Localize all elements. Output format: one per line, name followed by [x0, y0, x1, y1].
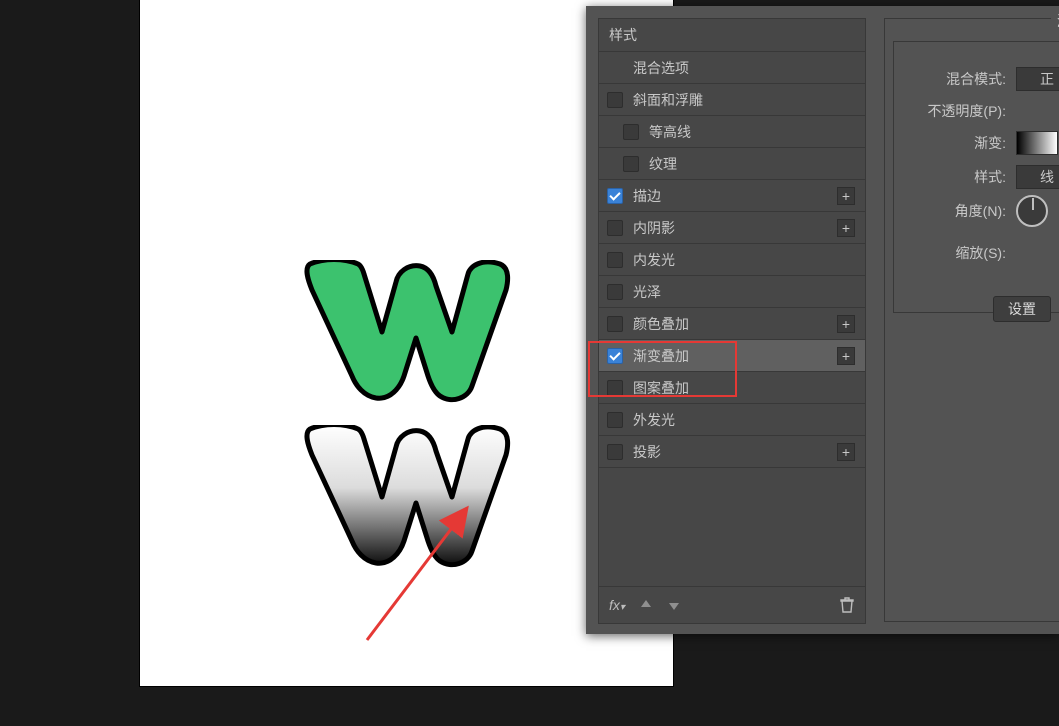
style-item-stroke[interactable]: 描边+	[599, 180, 865, 212]
style-item-label: 投影	[633, 442, 837, 462]
style-item-label: 内阴影	[633, 218, 837, 238]
opacity-label: 不透明度(P):	[894, 101, 1010, 121]
add-instance-icon[interactable]: +	[837, 347, 855, 365]
style-item-label: 图案叠加	[633, 378, 855, 398]
trash-icon[interactable]	[839, 597, 855, 613]
add-instance-icon[interactable]: +	[837, 219, 855, 237]
fx-icon[interactable]: fx▾	[609, 597, 625, 613]
glyph-w-top	[302, 260, 512, 408]
glyph-w-bottom	[302, 425, 512, 573]
style-item-satin[interactable]: 光泽	[599, 276, 865, 308]
make-default-button[interactable]: 设置	[993, 296, 1051, 322]
style-item-outer-glow[interactable]: 外发光	[599, 404, 865, 436]
styles-list-panel: 样式 混合选项斜面和浮雕等高线纹理描边+内阴影+内发光光泽颜色叠加+渐变叠加+图…	[598, 18, 866, 624]
style-item-label: 光泽	[633, 282, 855, 302]
style-item-label: 内发光	[633, 250, 855, 270]
effect-parameters-panel: 渐变叠加 渐变 混合模式: 正 不透明度(P): 渐变: 样式: 线 角度(N)…	[884, 18, 1059, 622]
style-item-label: 纹理	[649, 154, 855, 174]
layer-style-dialog: 样式 混合选项斜面和浮雕等高线纹理描边+内阴影+内发光光泽颜色叠加+渐变叠加+图…	[586, 6, 1059, 634]
angle-label: 角度(N):	[894, 201, 1010, 221]
style-item-label: 混合选项	[633, 58, 855, 78]
styles-list-header: 样式	[599, 19, 865, 52]
row-style: 样式: 线	[894, 162, 1059, 192]
add-instance-icon[interactable]: +	[837, 187, 855, 205]
checkbox-inner-glow[interactable]	[607, 252, 623, 268]
style-select[interactable]: 线	[1016, 165, 1059, 189]
style-item-pattern-overlay[interactable]: 图案叠加	[599, 372, 865, 404]
style-item-bevel-emboss[interactable]: 斜面和浮雕	[599, 84, 865, 116]
styles-footer: fx▾	[599, 586, 865, 623]
checkbox-contour[interactable]	[623, 124, 639, 140]
style-item-label: 颜色叠加	[633, 314, 837, 334]
row-blend-mode: 混合模式: 正	[894, 64, 1059, 94]
checkbox-drop-shadow[interactable]	[607, 444, 623, 460]
checkbox-outer-glow[interactable]	[607, 412, 623, 428]
checkbox-bevel-emboss[interactable]	[607, 92, 623, 108]
checkbox-color-overlay[interactable]	[607, 316, 623, 332]
styles-list: 混合选项斜面和浮雕等高线纹理描边+内阴影+内发光光泽颜色叠加+渐变叠加+图案叠加…	[599, 52, 865, 468]
row-scale: 缩放(S):	[894, 238, 1059, 268]
style-item-color-overlay[interactable]: 颜色叠加+	[599, 308, 865, 340]
style-label: 样式:	[894, 167, 1010, 187]
blend-mode-label: 混合模式:	[894, 69, 1010, 89]
scale-label: 缩放(S):	[894, 243, 1010, 263]
checkbox-pattern-overlay[interactable]	[607, 380, 623, 396]
style-item-contour[interactable]: 等高线	[599, 116, 865, 148]
style-item-label: 等高线	[649, 122, 855, 142]
checkbox-inner-shadow[interactable]	[607, 220, 623, 236]
add-instance-icon[interactable]: +	[837, 315, 855, 333]
style-item-label: 斜面和浮雕	[633, 90, 855, 110]
style-item-inner-glow[interactable]: 内发光	[599, 244, 865, 276]
checkbox-gradient-overlay[interactable]	[607, 348, 623, 364]
panel-title: 渐变叠加	[1051, 11, 1059, 31]
arrow-up-icon[interactable]	[639, 598, 653, 612]
arrow-down-icon[interactable]	[667, 598, 681, 612]
style-item-drop-shadow[interactable]: 投影+	[599, 436, 865, 468]
gradient-swatch[interactable]	[1016, 131, 1058, 155]
style-item-texture[interactable]: 纹理	[599, 148, 865, 180]
checkbox-satin[interactable]	[607, 284, 623, 300]
angle-dial[interactable]	[1016, 195, 1048, 227]
row-angle: 角度(N):	[894, 196, 1059, 226]
gradient-group: 渐变 混合模式: 正 不透明度(P): 渐变: 样式: 线 角度(N):	[893, 41, 1059, 313]
gradient-label: 渐变:	[894, 133, 1010, 153]
checkbox-stroke[interactable]	[607, 188, 623, 204]
row-gradient: 渐变:	[894, 128, 1059, 158]
style-item-inner-shadow[interactable]: 内阴影+	[599, 212, 865, 244]
add-instance-icon[interactable]: +	[837, 443, 855, 461]
style-item-label: 描边	[633, 186, 837, 206]
style-item-gradient-overlay[interactable]: 渐变叠加+	[599, 340, 865, 372]
style-item-label: 渐变叠加	[633, 346, 837, 366]
style-item-blend-options[interactable]: 混合选项	[599, 52, 865, 84]
checkbox-texture[interactable]	[623, 156, 639, 172]
row-opacity: 不透明度(P):	[894, 96, 1059, 126]
blend-mode-select[interactable]: 正	[1016, 67, 1059, 91]
style-item-label: 外发光	[633, 410, 855, 430]
